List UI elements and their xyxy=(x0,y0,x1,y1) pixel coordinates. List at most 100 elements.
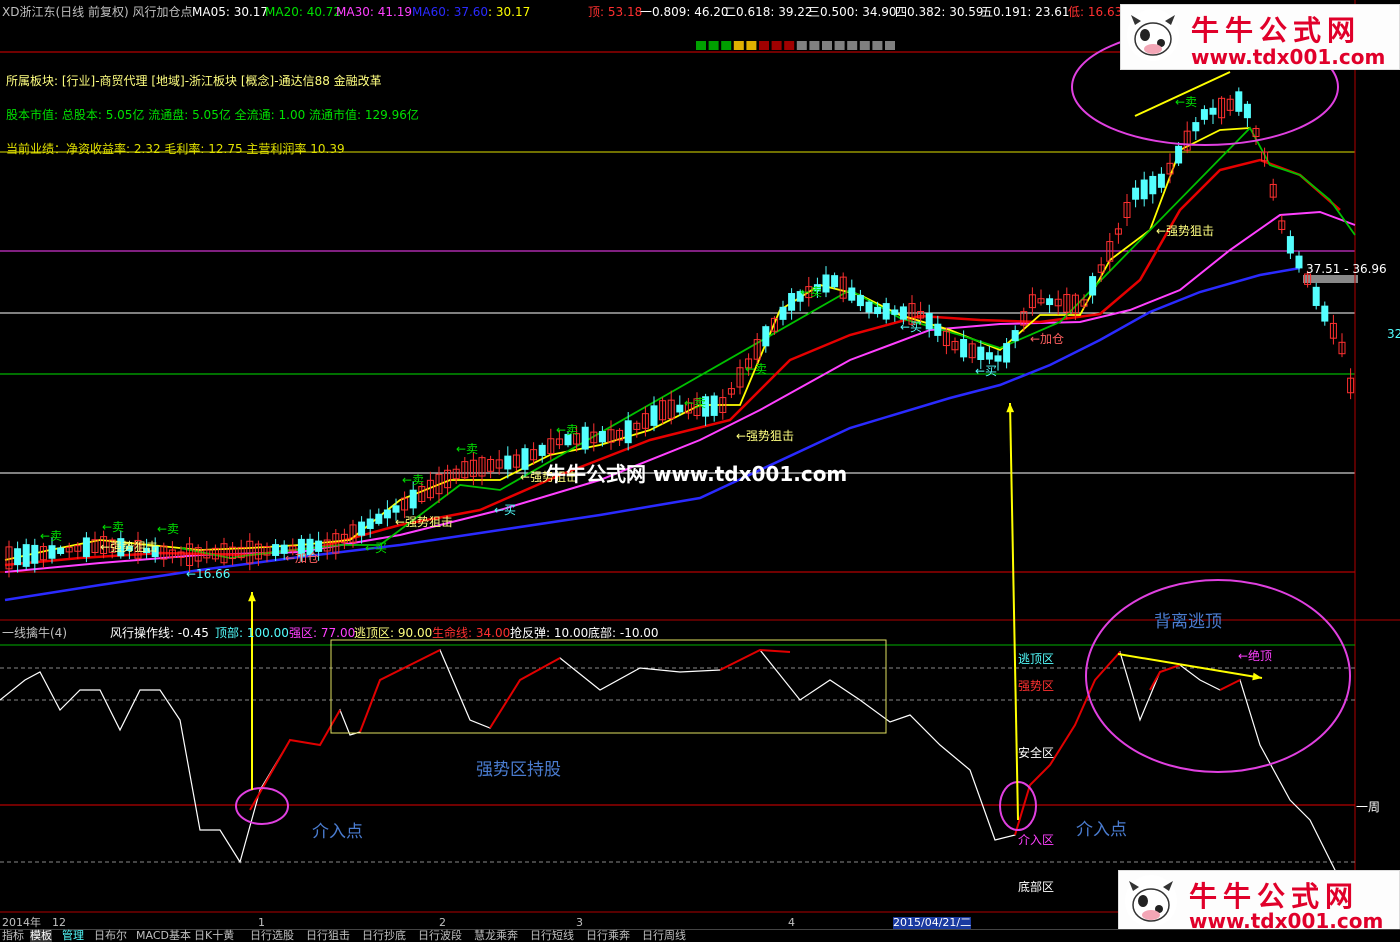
status-square xyxy=(721,41,732,50)
candlestick xyxy=(985,352,993,360)
sector-info: 所属板块: [行业]-商贸代理 [地域]-浙江板块 [概念]-通达信88 金融改… xyxy=(6,74,382,88)
candlestick xyxy=(82,537,90,558)
candlestick xyxy=(598,431,606,443)
hold-zone-box xyxy=(330,639,887,734)
candlestick xyxy=(762,326,770,347)
operation-line-up xyxy=(719,648,791,671)
operation-line-up xyxy=(359,649,441,733)
axis-month-2: 2 xyxy=(439,916,446,929)
candlestick xyxy=(960,338,968,358)
bottom-level-value: 底部: -10.00 xyxy=(588,626,659,640)
sell-signal-label: ←卖 xyxy=(40,529,63,543)
entry-ellipse-1 xyxy=(235,787,289,825)
sell-signal-label: ←卖 xyxy=(1175,95,1198,109)
candlestick xyxy=(1209,107,1217,115)
candlestick xyxy=(848,287,856,301)
ma20-line xyxy=(4,158,1341,567)
divergence-arrow-bottom-head xyxy=(1252,672,1262,681)
strong-snipe-label: ←强势狙击 xyxy=(395,515,454,529)
candlestick xyxy=(1003,343,1011,363)
tab-7[interactable]: 日行波段 xyxy=(418,930,462,942)
candlestick xyxy=(994,355,1002,362)
candlestick xyxy=(375,513,383,524)
strong-snipe-label: ←强势狙击 xyxy=(736,429,795,443)
escape-zone-label: 逃顶区 xyxy=(1018,652,1055,666)
candlestick xyxy=(315,540,323,552)
tab-3[interactable]: 日K十黄 xyxy=(194,930,234,942)
tab-6[interactable]: 日行抄底 xyxy=(362,930,406,942)
price-range-label: 37.51 - 36.96 xyxy=(1306,262,1387,276)
candlestick xyxy=(383,509,391,519)
strong-snipe-label: ←强势狙击 xyxy=(1156,224,1215,238)
candlestick xyxy=(882,303,890,320)
cursor-date: 2015/04/21/二 xyxy=(893,916,972,929)
status-square xyxy=(759,41,769,50)
candlestick xyxy=(272,544,280,556)
strong-snipe-label: ←强势狙击 xyxy=(100,540,159,554)
candlestick xyxy=(1157,173,1165,188)
entry-arrow-2-head xyxy=(1006,403,1015,413)
axis-year: 2014年 xyxy=(2,916,41,929)
entry-point-annotation: 介入点 xyxy=(312,822,363,842)
tab-indicator[interactable]: 指标 xyxy=(2,930,24,942)
tab-10[interactable]: 日行乘奔 xyxy=(586,930,630,942)
entry-zone-label: 介入区 xyxy=(1018,833,1055,847)
tab-2[interactable]: MACD基本 xyxy=(136,930,191,942)
right-edge-price: 32 xyxy=(1387,327,1400,341)
axis-month-3: 3 xyxy=(576,916,583,929)
sell-signal-label: ←卖 xyxy=(402,473,425,487)
axis-month-1: 1 xyxy=(258,916,265,929)
candlestick xyxy=(48,545,56,559)
status-square xyxy=(733,41,744,50)
operation-line xyxy=(0,649,1341,881)
strong-zone-value: 强区: 77.00 xyxy=(289,626,356,640)
tab-1[interactable]: 日布尔 xyxy=(94,930,127,942)
tab-template[interactable]: 模板 xyxy=(30,930,52,942)
tab-8[interactable]: 慧龙乘奔 xyxy=(474,930,518,942)
candlestick xyxy=(504,455,512,470)
strong-zone-label: 强势区 xyxy=(1018,679,1055,693)
candlestick xyxy=(1192,122,1200,132)
tab-manage[interactable]: 管理 xyxy=(62,930,84,942)
candlestick xyxy=(1046,298,1054,306)
candlestick xyxy=(366,518,374,529)
tab-11[interactable]: 日行周线 xyxy=(642,930,686,942)
absolute-top-label: ←绝顶 xyxy=(1238,649,1273,663)
stock-chart-window: XD浙江东(日线 前复权) 风行加仓点 MA05: 30.17 MA20: 40… xyxy=(0,0,1400,942)
candlestick xyxy=(899,306,907,320)
site-logo-bottom: 牛牛公式网 www.tdx001.com xyxy=(1118,870,1400,934)
bottom-tab-bar: 指标 模板 管理 日布尔 MACD基本 日K十黄 日行选股 日行狙击 日行抄底 … xyxy=(0,929,1400,942)
add-position-label: ←加仓 xyxy=(285,551,320,565)
cow-mascot-icon xyxy=(1125,875,1177,927)
candlestick xyxy=(1235,91,1243,112)
status-square xyxy=(771,41,782,50)
buy-signal-label: ←买 xyxy=(975,364,998,378)
candlestick xyxy=(358,521,366,536)
status-square xyxy=(746,41,757,50)
divergence-ellipse-bottom xyxy=(1085,579,1351,773)
candlestick xyxy=(1200,109,1208,120)
axis-month-4: 4 xyxy=(788,916,795,929)
status-square xyxy=(834,41,845,50)
candlestick xyxy=(1243,103,1251,119)
candlestick xyxy=(31,544,39,564)
indicator-name[interactable]: 一线擒牛(4) xyxy=(2,626,67,640)
sell-signal-label: ←卖 xyxy=(456,442,479,456)
tab-9[interactable]: 日行短线 xyxy=(530,930,574,942)
sell-signal-label: ←卖 xyxy=(800,285,823,299)
candlestick xyxy=(1295,255,1303,269)
performance-info: 当前业绩：净资收益率: 2.32 毛利率: 12.75 主营利润率 10.39 xyxy=(6,142,345,156)
operation-line-up xyxy=(1219,679,1241,691)
candlestick xyxy=(1312,286,1320,306)
tab-4[interactable]: 日行选股 xyxy=(250,930,294,942)
entry-point-annotation: 介入点 xyxy=(1076,820,1127,840)
candlestick xyxy=(624,420,632,444)
candlestick xyxy=(934,323,942,336)
candlestick xyxy=(22,544,30,567)
price-range-bar xyxy=(1303,275,1358,283)
tab-5[interactable]: 日行狙击 xyxy=(306,930,350,942)
candlestick xyxy=(788,293,796,311)
axis-month-12: 12 xyxy=(52,916,66,929)
candlestick xyxy=(1321,305,1329,322)
candlestick xyxy=(874,306,882,315)
